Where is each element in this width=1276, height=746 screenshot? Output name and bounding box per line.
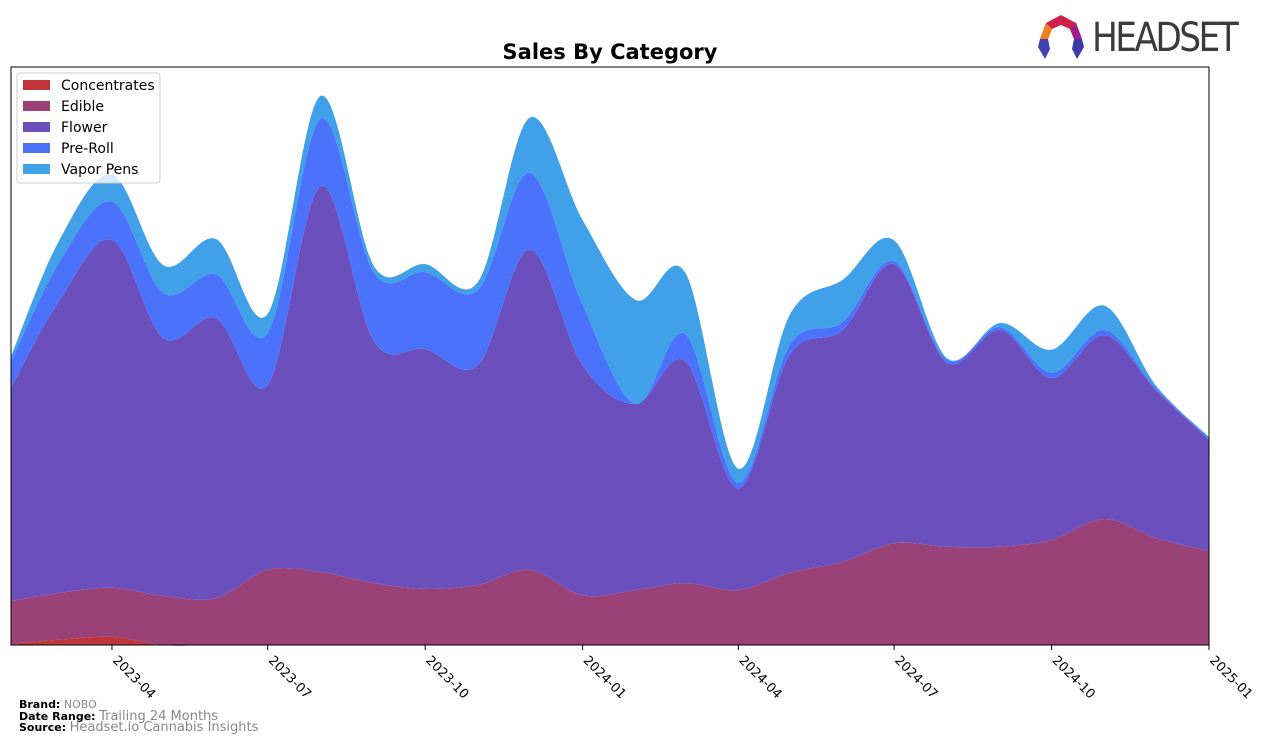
legend-swatch-flower [23,122,50,132]
area-layers [11,95,1209,646]
legend-label-concentrates: Concentrates [61,78,155,94]
legend-swatch-vapor-pens [23,164,50,174]
chart-title: Sales By Category [503,40,718,64]
source-value: Headset.io Cannabis Insights [69,720,259,735]
x-tick-label: 2023-07 [265,653,314,702]
footer-brand: Brand: NOBO [19,699,97,711]
x-axis: 2023-04 2023-07 2023-10 2024-01 2024-04 2024-… [109,645,1255,702]
x-tick-label: 2024-07 [891,653,940,702]
x-tick-label: 2023-10 [422,653,471,702]
legend-label-flower: Flower [61,120,108,136]
sales-by-category-chart: Sales By Category 2023-04 2023-07 2023-10 2… [10,40,1255,702]
legend-swatch-edible [23,101,50,111]
legend-swatch-concentrates [23,80,50,90]
legend-label-edible: Edible [61,99,104,115]
legend-label-pre-roll: Pre-Roll [61,141,114,157]
legend-swatch-pre-roll [23,143,50,153]
x-tick-label: 2025-01 [1206,653,1255,702]
headset-logo: HEADSET [1036,13,1266,63]
headset-logo-icon [1038,15,1084,59]
x-tick-label: 2024-01 [580,653,629,702]
headset-logo-text: HEADSET [1092,15,1239,61]
legend: Concentrates Edible Flower Pre-Roll Vapor Pe… [16,72,161,184]
x-tick-label: 2023-04 [109,653,158,702]
source-label: Source: [19,721,67,734]
legend-label-vapor-pens: Vapor Pens [61,162,138,178]
footer-source: Source: Headset.io Cannabis Insights [19,720,259,735]
x-tick-label: 2024-04 [736,653,785,702]
x-tick-label: 2024-10 [1049,653,1098,702]
